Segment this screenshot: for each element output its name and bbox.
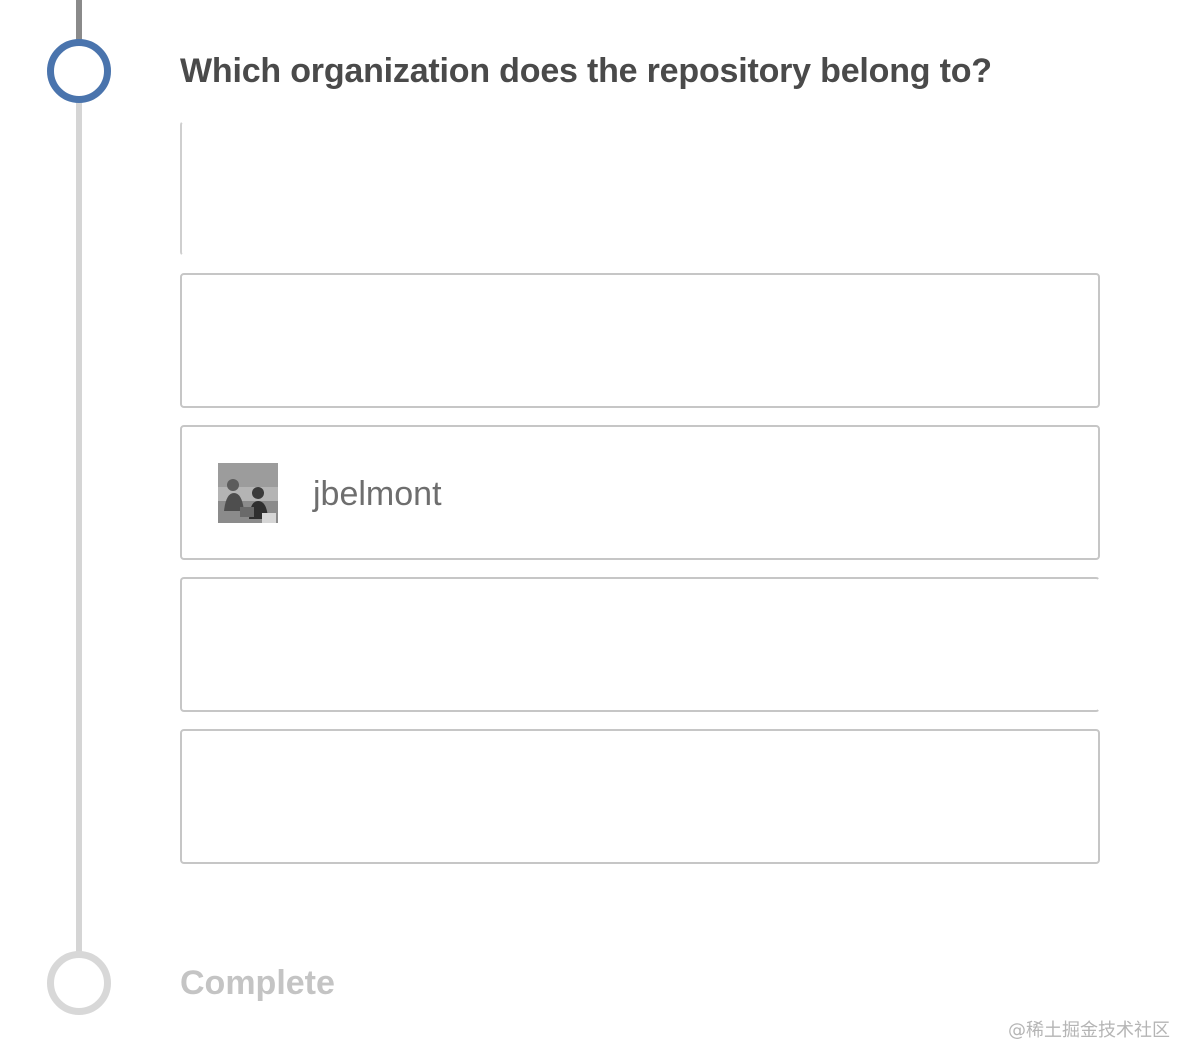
organization-option[interactable] <box>180 273 1100 408</box>
question-title: Which organization does the repository b… <box>180 52 992 90</box>
organization-option-label: jbelmont <box>313 475 442 513</box>
step-indicator-active-icon <box>47 39 111 103</box>
organization-option[interactable] <box>180 121 1100 256</box>
organization-option[interactable] <box>180 729 1100 864</box>
complete-step-label: Complete <box>180 964 335 1002</box>
timeline-track <box>76 0 82 955</box>
step-indicator-complete-icon <box>47 951 111 1015</box>
organization-option-jbelmont[interactable]: jbelmont <box>180 425 1100 560</box>
organization-option[interactable] <box>180 577 1100 712</box>
timeline-track-completed <box>76 0 82 42</box>
avatar <box>218 463 278 523</box>
user-avatar-photo-icon <box>218 463 278 523</box>
watermark: @稀土掘金技术社区 <box>1008 1020 1170 1041</box>
